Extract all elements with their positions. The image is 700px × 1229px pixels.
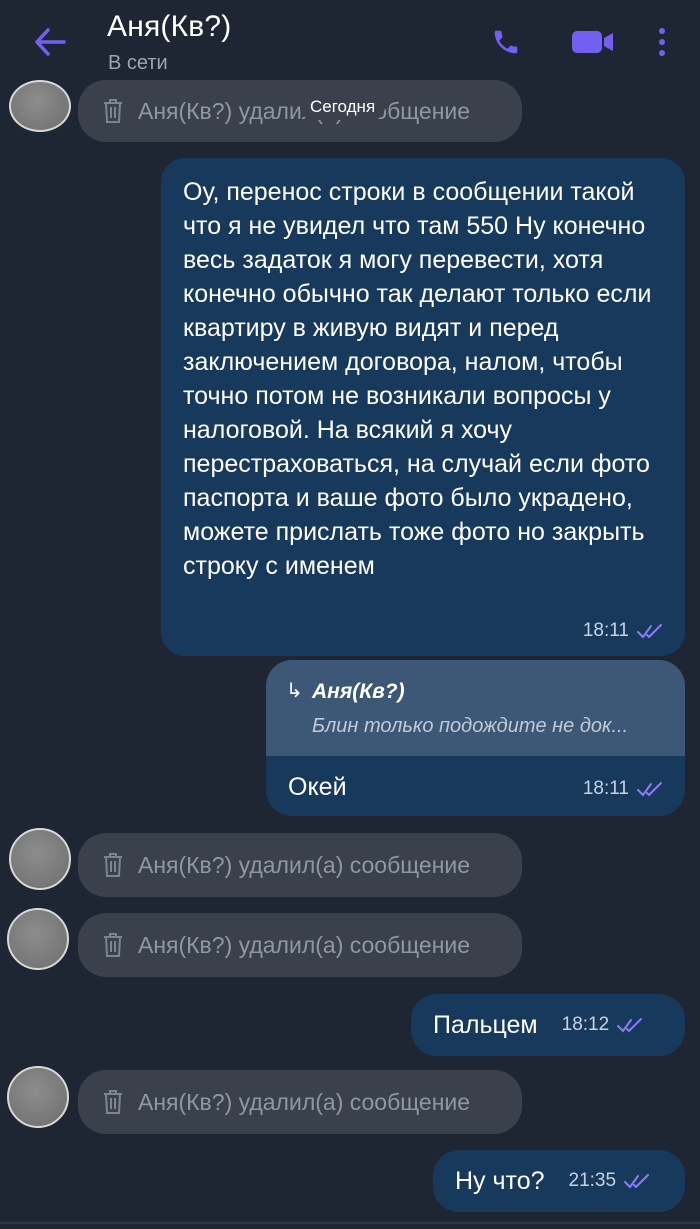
more-vertical-icon bbox=[659, 28, 665, 56]
avatar[interactable] bbox=[7, 1066, 69, 1128]
deleted-message: Аня(Кв?) удалил(а) сообщение bbox=[78, 913, 522, 977]
double-check-icon bbox=[624, 1173, 652, 1189]
deleted-message-text: Аня(Кв?) удалил(а) сообщение bbox=[138, 1088, 471, 1115]
deleted-message: Аня(Кв?) удалил(а) сообщение bbox=[78, 833, 522, 897]
message-meta: 18:11 bbox=[583, 778, 665, 800]
message-text: Оу, перенос строки в сообщении такой что… bbox=[183, 178, 652, 580]
message-text: Окей bbox=[288, 773, 347, 801]
back-button[interactable] bbox=[28, 22, 72, 62]
message-text: Ну что? bbox=[455, 1167, 545, 1195]
phone-icon bbox=[494, 30, 518, 54]
message-text: Пальцем bbox=[433, 1011, 538, 1039]
avatar[interactable] bbox=[7, 908, 69, 970]
reply-arrow-icon: ↳ bbox=[286, 680, 303, 702]
outgoing-message[interactable]: Оу, перенос строки в сообщении такой что… bbox=[161, 158, 685, 656]
message-time: 18:11 bbox=[582, 778, 629, 799]
deleted-message: Аня(Кв?) удалил(а) сообщение bbox=[78, 1070, 522, 1134]
double-check-icon bbox=[637, 623, 665, 639]
deleted-message-text: Аня(Кв?) удалил(а) сообщение bbox=[138, 931, 471, 958]
chat-header: Аня(Кв?) В сети bbox=[0, 0, 700, 82]
reply-quote[interactable]: ↳ Аня(Кв?) Блин только подождите не док.… bbox=[266, 660, 685, 756]
trash-icon bbox=[100, 1087, 126, 1117]
reply-author: Аня(Кв?) bbox=[312, 680, 405, 703]
arrow-left-icon bbox=[35, 28, 66, 56]
outgoing-message[interactable]: Пальцем 18:12 bbox=[411, 994, 685, 1056]
trash-icon bbox=[100, 850, 126, 880]
message-meta: 18:12 bbox=[562, 1014, 646, 1036]
reply-snippet: Блин только подождите не док... bbox=[312, 715, 629, 737]
divider bbox=[0, 1222, 700, 1224]
message-time: 18:11 bbox=[582, 620, 629, 641]
message-meta: 18:11 bbox=[583, 620, 665, 642]
date-separator: Сегодня bbox=[300, 94, 386, 120]
trash-icon bbox=[100, 96, 126, 126]
video-camera-icon bbox=[572, 31, 613, 53]
message-meta: 21:35 bbox=[569, 1170, 653, 1192]
outgoing-reply-message[interactable]: ↳ Аня(Кв?) Блин только подождите не док.… bbox=[266, 660, 685, 816]
trash-icon bbox=[100, 930, 126, 960]
double-check-icon bbox=[617, 1017, 645, 1033]
outgoing-message[interactable]: Ну что? 21:35 bbox=[433, 1150, 685, 1212]
message-time: 18:12 bbox=[561, 1014, 610, 1035]
contact-name[interactable]: Аня(Кв?) bbox=[107, 10, 232, 44]
avatar[interactable] bbox=[9, 80, 71, 132]
contact-status: В сети bbox=[108, 52, 168, 74]
avatar[interactable] bbox=[9, 828, 71, 890]
more-options-button[interactable] bbox=[650, 20, 674, 64]
message-time: 21:35 bbox=[568, 1170, 617, 1191]
video-call-button[interactable] bbox=[567, 24, 619, 60]
call-button[interactable] bbox=[486, 22, 526, 62]
double-check-icon bbox=[637, 781, 665, 797]
deleted-message-text: Аня(Кв?) удалил(а) сообщение bbox=[138, 851, 471, 878]
